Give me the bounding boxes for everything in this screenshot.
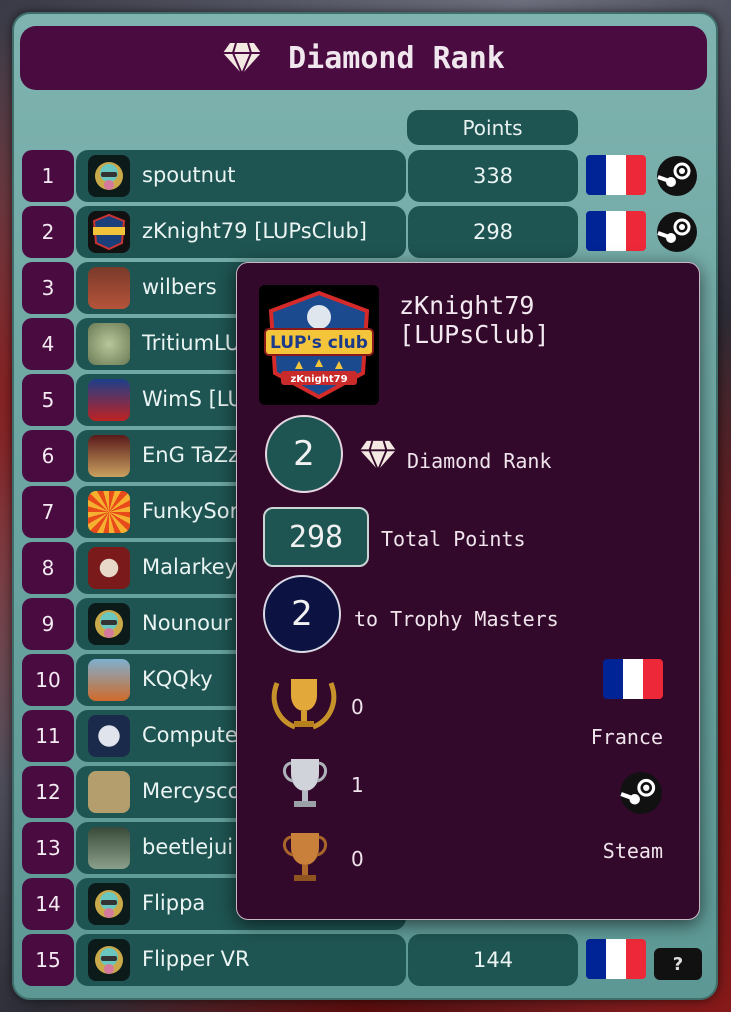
- player-avatar: [88, 827, 130, 869]
- player-name: Flipper VR: [142, 947, 250, 971]
- rank-number: 14: [22, 878, 74, 930]
- player-name: FunkySor: [142, 499, 239, 523]
- rank-number: 6: [22, 430, 74, 482]
- rank-number: 4: [22, 318, 74, 370]
- rank-number: 12: [22, 766, 74, 818]
- logo-lettering: LUP's club: [270, 333, 368, 353]
- diamond-icon: [360, 440, 396, 471]
- gold-trophy-icon: [271, 679, 337, 730]
- points-column-header[interactable]: Points: [407, 110, 578, 145]
- platform-label: Steam: [602, 839, 663, 863]
- player-avatar: [88, 659, 130, 701]
- header-title: Diamond Rank: [288, 40, 505, 76]
- silver-trophy-count: 1: [351, 773, 364, 797]
- rank-number: 1: [22, 150, 74, 202]
- club-logo-avatar: LUP's club zKnight79: [259, 285, 379, 405]
- france-flag-icon: [586, 939, 646, 979]
- steam-icon: [620, 772, 662, 814]
- default-avatar-icon: [88, 939, 130, 981]
- to-next-rank-circle: 2: [263, 575, 341, 653]
- gold-trophy-count: 0: [351, 695, 364, 719]
- player-avatar: [88, 491, 130, 533]
- total-points-box: 298: [263, 507, 369, 567]
- player-name-cell[interactable]: spoutnut: [76, 150, 406, 202]
- rank-number: 13: [22, 822, 74, 874]
- player-name: KQQky: [142, 667, 213, 691]
- player-name: zKnight79 [LUPsClub]: [142, 219, 367, 243]
- player-avatar: [88, 379, 130, 421]
- player-name: Nounour: [142, 611, 232, 635]
- rank-number: 10: [22, 654, 74, 706]
- player-name: WimS [LU: [142, 387, 243, 411]
- club-logo-avatar: [88, 211, 130, 253]
- logo-sublettering: zKnight79: [290, 374, 347, 385]
- rank-number: 8: [22, 542, 74, 594]
- rank-circle: 2: [265, 415, 343, 493]
- points-cell: 298: [408, 206, 578, 258]
- leaderboard-row[interactable]: 2 zKnight79 [LUPsClub] 298: [22, 206, 712, 258]
- player-name: wilbers: [142, 275, 217, 299]
- to-next-rank-label: to Trophy Masters: [354, 607, 559, 631]
- points-cell: 144: [408, 934, 578, 986]
- bronze-trophy-count: 0: [351, 847, 364, 871]
- rank-number: 3: [22, 262, 74, 314]
- player-avatar: [88, 323, 130, 365]
- rank-header: Diamond Rank: [20, 26, 707, 90]
- player-avatar: [88, 267, 130, 309]
- country-label: France: [590, 725, 663, 749]
- steam-icon[interactable]: [656, 155, 698, 197]
- default-avatar-icon: [88, 883, 130, 925]
- default-avatar-icon: [88, 155, 130, 197]
- bronze-trophy-icon: [283, 833, 327, 881]
- leaderboard-row[interactable]: 1 spoutnut 338: [22, 150, 712, 202]
- player-name: Malarkey: [142, 555, 238, 579]
- player-avatar: [88, 771, 130, 813]
- rank-number: 11: [22, 710, 74, 762]
- france-flag-icon: [603, 659, 663, 699]
- player-name: Compute: [142, 723, 238, 747]
- diamond-icon: [223, 42, 262, 75]
- player-name: Flippa: [142, 891, 206, 915]
- player-name: beetlejui: [142, 835, 234, 859]
- player-detail-popup: LUP's club zKnight79 zKnight79 [LUPsClub…: [236, 262, 700, 920]
- rank-number: 7: [22, 486, 74, 538]
- total-points-label: Total Points: [381, 527, 526, 551]
- player-avatar: [88, 715, 130, 757]
- player-name: EnG TaZz: [142, 443, 240, 467]
- rank-number: 15: [22, 934, 74, 986]
- default-avatar-icon: [88, 603, 130, 645]
- france-flag-icon: [586, 155, 646, 195]
- silver-trophy-icon: [283, 759, 327, 807]
- points-cell: 338: [408, 150, 578, 202]
- player-avatar: [88, 547, 130, 589]
- rank-number: 9: [22, 598, 74, 650]
- player-name: Mercysco: [142, 779, 241, 803]
- rank-number: 5: [22, 374, 74, 426]
- france-flag-icon: [586, 211, 646, 251]
- player-name: spoutnut: [142, 163, 236, 187]
- popup-player-name: zKnight79 [LUPsClub]: [399, 291, 550, 349]
- player-name: TritiumLU: [142, 331, 241, 355]
- leaderboard-row[interactable]: 15 Flipper VR 144 ?: [22, 934, 712, 986]
- rank-label: Diamond Rank: [407, 449, 552, 473]
- player-name-cell[interactable]: zKnight79 [LUPsClub]: [76, 206, 406, 258]
- rank-number: 2: [22, 206, 74, 258]
- player-avatar: [88, 435, 130, 477]
- steam-icon[interactable]: [656, 211, 698, 253]
- unknown-platform-icon[interactable]: ?: [654, 948, 702, 980]
- player-name-cell[interactable]: Flipper VR: [76, 934, 406, 986]
